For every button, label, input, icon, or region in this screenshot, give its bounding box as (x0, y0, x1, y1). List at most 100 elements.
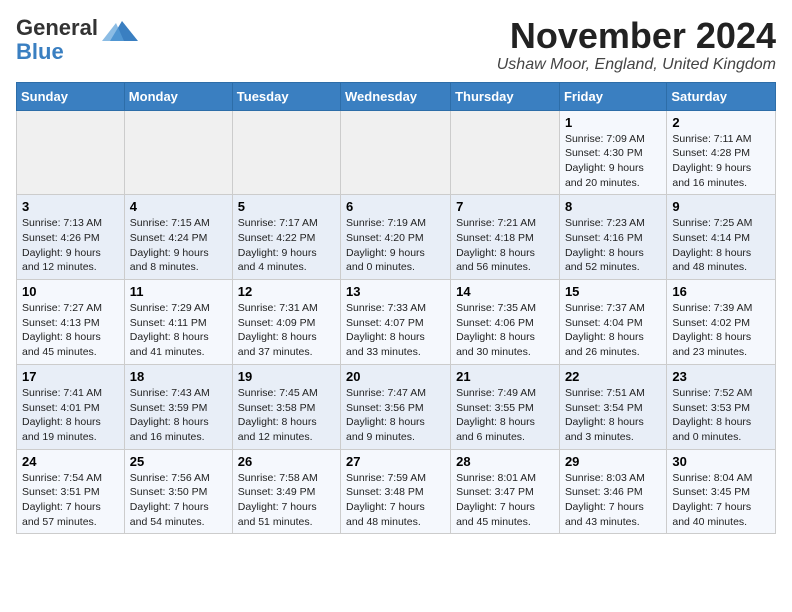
day-info: Sunrise: 7:35 AMSunset: 4:06 PMDaylight:… (456, 301, 554, 360)
day-info: Sunrise: 7:31 AMSunset: 4:09 PMDaylight:… (238, 301, 335, 360)
calendar-cell: 12 Sunrise: 7:31 AMSunset: 4:09 PMDayligh… (232, 280, 340, 365)
day-info: Sunrise: 7:51 AMSunset: 3:54 PMDaylight:… (565, 386, 661, 445)
day-info: Sunrise: 7:17 AMSunset: 4:22 PMDaylight:… (238, 216, 335, 275)
calendar-cell (451, 110, 560, 195)
day-number: 20 (346, 369, 445, 384)
day-number: 8 (565, 199, 661, 214)
day-of-week-header: Wednesday (341, 82, 451, 110)
day-number: 7 (456, 199, 554, 214)
day-number: 15 (565, 284, 661, 299)
calendar-cell: 8 Sunrise: 7:23 AMSunset: 4:16 PMDaylight… (559, 195, 666, 280)
day-info: Sunrise: 7:15 AMSunset: 4:24 PMDaylight:… (130, 216, 227, 275)
day-info: Sunrise: 7:39 AMSunset: 4:02 PMDaylight:… (672, 301, 770, 360)
day-number: 2 (672, 115, 770, 130)
day-info: Sunrise: 7:56 AMSunset: 3:50 PMDaylight:… (130, 471, 227, 530)
day-info: Sunrise: 8:04 AMSunset: 3:45 PMDaylight:… (672, 471, 770, 530)
calendar-cell: 21 Sunrise: 7:49 AMSunset: 3:55 PMDayligh… (451, 364, 560, 449)
calendar-cell (17, 110, 125, 195)
day-number: 4 (130, 199, 227, 214)
calendar-cell: 25Sunrise: 7:56 AMSunset: 3:50 PMDayligh… (124, 449, 232, 534)
calendar-cell: 1 Sunrise: 7:09 AMSunset: 4:30 PMDaylight… (559, 110, 666, 195)
logo-general: General (16, 15, 98, 40)
month-title: November 2024 (497, 16, 776, 56)
day-number: 27 (346, 454, 445, 469)
calendar-cell: 10 Sunrise: 7:27 AMSunset: 4:13 PMDayligh… (17, 280, 125, 365)
day-number: 21 (456, 369, 554, 384)
calendar-cell: 11 Sunrise: 7:29 AMSunset: 4:11 PMDayligh… (124, 280, 232, 365)
calendar-cell: 23Sunrise: 7:52 AMSunset: 3:53 PMDayligh… (667, 364, 776, 449)
calendar-cell: 5 Sunrise: 7:17 AMSunset: 4:22 PMDaylight… (232, 195, 340, 280)
day-info: Sunrise: 7:21 AMSunset: 4:18 PMDaylight:… (456, 216, 554, 275)
day-number: 22 (565, 369, 661, 384)
day-of-week-header: Thursday (451, 82, 560, 110)
logo: General Blue (16, 16, 138, 64)
day-info: Sunrise: 7:13 AMSunset: 4:26 PMDaylight:… (22, 216, 119, 275)
day-info: Sunrise: 7:54 AMSunset: 3:51 PMDaylight:… (22, 471, 119, 530)
day-info: Sunrise: 8:01 AMSunset: 3:47 PMDaylight:… (456, 471, 554, 530)
day-info: Sunrise: 7:45 AMSunset: 3:58 PMDaylight:… (238, 386, 335, 445)
day-number: 13 (346, 284, 445, 299)
logo-icon (102, 13, 138, 49)
calendar-cell (124, 110, 232, 195)
calendar-cell: 18Sunrise: 7:43 AMSunset: 3:59 PMDayligh… (124, 364, 232, 449)
calendar-cell: 27 Sunrise: 7:59 AMSunset: 3:48 PMDayligh… (341, 449, 451, 534)
day-info: Sunrise: 7:49 AMSunset: 3:55 PMDaylight:… (456, 386, 554, 445)
day-number: 12 (238, 284, 335, 299)
calendar-table: SundayMondayTuesdayWednesdayThursdayFrid… (16, 82, 776, 535)
day-info: Sunrise: 7:25 AMSunset: 4:14 PMDaylight:… (672, 216, 770, 275)
day-number: 23 (672, 369, 770, 384)
day-number: 1 (565, 115, 661, 130)
day-number: 11 (130, 284, 227, 299)
calendar-cell: 16 Sunrise: 7:39 AMSunset: 4:02 PMDayligh… (667, 280, 776, 365)
calendar-cell: 26 Sunrise: 7:58 AMSunset: 3:49 PMDayligh… (232, 449, 340, 534)
title-area: November 2024 Ushaw Moor, England, Unite… (497, 16, 776, 74)
day-number: 18 (130, 369, 227, 384)
day-info: Sunrise: 7:29 AMSunset: 4:11 PMDaylight:… (130, 301, 227, 360)
calendar-cell: 24 Sunrise: 7:54 AMSunset: 3:51 PMDayligh… (17, 449, 125, 534)
location: Ushaw Moor, England, United Kingdom (497, 56, 776, 74)
day-info: Sunrise: 7:23 AMSunset: 4:16 PMDaylight:… (565, 216, 661, 275)
calendar-cell: 4 Sunrise: 7:15 AMSunset: 4:24 PMDaylight… (124, 195, 232, 280)
logo-text: General Blue (16, 16, 98, 64)
calendar-cell (232, 110, 340, 195)
day-number: 26 (238, 454, 335, 469)
day-number: 16 (672, 284, 770, 299)
calendar-cell: 3 Sunrise: 7:13 AMSunset: 4:26 PMDaylight… (17, 195, 125, 280)
day-info: Sunrise: 7:11 AMSunset: 4:28 PMDaylight:… (672, 132, 770, 191)
day-info: Sunrise: 7:09 AMSunset: 4:30 PMDaylight:… (565, 132, 661, 191)
calendar-cell: 14 Sunrise: 7:35 AMSunset: 4:06 PMDayligh… (451, 280, 560, 365)
day-number: 24 (22, 454, 119, 469)
calendar-cell: 7 Sunrise: 7:21 AMSunset: 4:18 PMDaylight… (451, 195, 560, 280)
calendar-cell: 19Sunrise: 7:45 AMSunset: 3:58 PMDayligh… (232, 364, 340, 449)
day-of-week-header: Monday (124, 82, 232, 110)
page-header: General Blue November 2024 Ushaw Moor, E… (16, 16, 776, 74)
calendar-cell: 28 Sunrise: 8:01 AMSunset: 3:47 PMDayligh… (451, 449, 560, 534)
day-number: 10 (22, 284, 119, 299)
day-info: Sunrise: 7:47 AMSunset: 3:56 PMDaylight:… (346, 386, 445, 445)
day-number: 14 (456, 284, 554, 299)
day-number: 9 (672, 199, 770, 214)
day-number: 17 (22, 369, 119, 384)
day-of-week-header: Sunday (17, 82, 125, 110)
day-number: 29 (565, 454, 661, 469)
day-info: Sunrise: 7:33 AMSunset: 4:07 PMDaylight:… (346, 301, 445, 360)
day-info: Sunrise: 7:27 AMSunset: 4:13 PMDaylight:… (22, 301, 119, 360)
day-number: 28 (456, 454, 554, 469)
day-of-week-header: Friday (559, 82, 666, 110)
calendar-cell: 9 Sunrise: 7:25 AMSunset: 4:14 PMDaylight… (667, 195, 776, 280)
day-of-week-header: Saturday (667, 82, 776, 110)
day-info: Sunrise: 7:59 AMSunset: 3:48 PMDaylight:… (346, 471, 445, 530)
calendar-cell: 15 Sunrise: 7:37 AMSunset: 4:04 PMDayligh… (559, 280, 666, 365)
calendar-cell: 13 Sunrise: 7:33 AMSunset: 4:07 PMDayligh… (341, 280, 451, 365)
calendar-cell: 6Sunrise: 7:19 AMSunset: 4:20 PMDaylight… (341, 195, 451, 280)
day-number: 3 (22, 199, 119, 214)
day-number: 5 (238, 199, 335, 214)
day-number: 30 (672, 454, 770, 469)
day-info: Sunrise: 7:37 AMSunset: 4:04 PMDaylight:… (565, 301, 661, 360)
day-info: Sunrise: 8:03 AMSunset: 3:46 PMDaylight:… (565, 471, 661, 530)
day-info: Sunrise: 7:58 AMSunset: 3:49 PMDaylight:… (238, 471, 335, 530)
calendar-cell: 20 Sunrise: 7:47 AMSunset: 3:56 PMDayligh… (341, 364, 451, 449)
day-info: Sunrise: 7:41 AMSunset: 4:01 PMDaylight:… (22, 386, 119, 445)
day-info: Sunrise: 7:19 AMSunset: 4:20 PMDaylight:… (346, 216, 445, 275)
logo-blue: Blue (16, 39, 64, 64)
